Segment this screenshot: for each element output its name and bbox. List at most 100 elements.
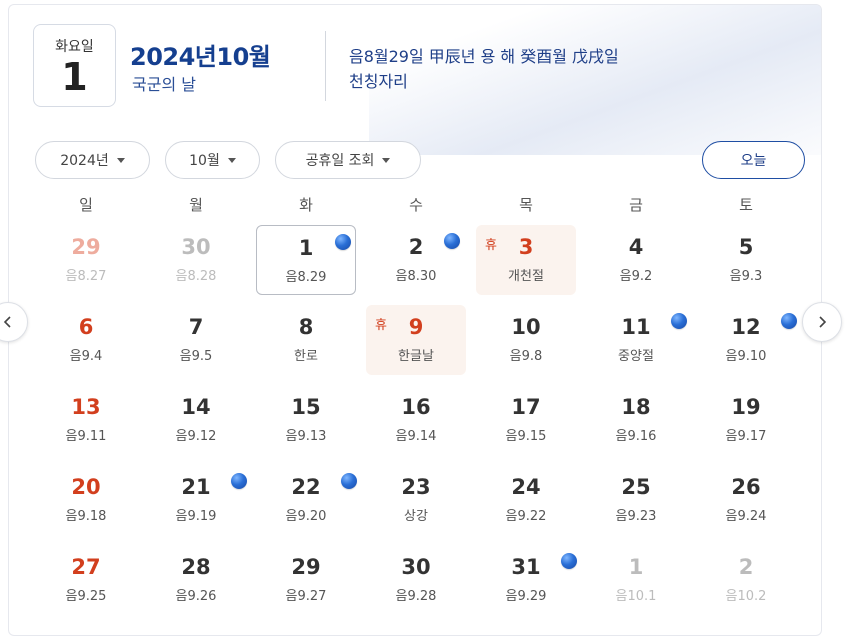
day-cell[interactable]: 18 음9.16: [586, 385, 686, 455]
day-cell[interactable]: 13 음9.11: [36, 385, 136, 455]
lunar-date: 음9.10: [725, 349, 767, 364]
lunar-date: 음8.30: [395, 269, 437, 284]
day-cell[interactable]: 7 음9.5: [146, 305, 246, 375]
day-cell[interactable]: 30 음9.28: [366, 545, 466, 615]
lunar-date: 음9.26: [175, 589, 217, 604]
lunar-date: 음9.28: [395, 589, 437, 604]
holiday-label: 한글날: [398, 349, 434, 364]
weekday-label: 화: [299, 196, 313, 214]
day-cell[interactable]: 15 음9.13: [256, 385, 356, 455]
day-cell[interactable]: 28 음9.26: [146, 545, 246, 615]
lunar-date: 음9.8: [509, 349, 543, 364]
holiday-label: 개천절: [508, 269, 544, 284]
day-number: 28: [181, 555, 211, 579]
day-number: 26: [731, 475, 761, 499]
day-cell[interactable]: 5 음9.3: [696, 225, 796, 295]
day-cell[interactable]: 11 중양절: [586, 305, 687, 375]
day-number: 5: [738, 235, 754, 259]
day-cell[interactable]: 30 음8.28: [146, 225, 246, 295]
day-number: 17: [511, 395, 541, 419]
event-dot-icon: [781, 313, 797, 329]
day-number: 20: [71, 475, 101, 499]
day-cell[interactable]: 27 음9.25: [36, 545, 136, 615]
header-background: [369, 5, 821, 155]
day-number: 2: [738, 555, 754, 579]
lunar-date: 음9.25: [65, 589, 107, 604]
day-cell[interactable]: 6 음9.4: [36, 305, 136, 375]
lunar-date: 음9.3: [729, 269, 763, 284]
holiday-badge: 휴: [375, 318, 387, 333]
day-number: 19: [731, 395, 761, 419]
day-number: 29: [71, 235, 101, 259]
day-number: 13: [71, 395, 101, 419]
day-cell[interactable]: 25 음9.23: [586, 465, 686, 535]
day-number: 6: [78, 315, 94, 339]
day-number: 16: [401, 395, 431, 419]
day-cell[interactable]: 1 음8.29: [256, 225, 356, 295]
month-select[interactable]: 10월: [165, 141, 260, 179]
lunar-date: 음9.24: [725, 509, 767, 524]
weekday-label: 금: [629, 196, 643, 214]
day-number: 24: [511, 475, 541, 499]
event-dot-icon: [341, 473, 357, 489]
weekday-label: 수: [409, 196, 423, 214]
holiday-query-select[interactable]: 공휴일 조회: [275, 141, 421, 179]
holiday-query-label: 공휴일 조회: [305, 153, 375, 169]
lunar-date: 한로: [294, 349, 318, 364]
lunar-date: 음9.14: [395, 429, 437, 444]
day-cell[interactable]: 22 음9.20: [256, 465, 357, 535]
caret-down-icon: [227, 158, 236, 163]
day-cell[interactable]: 3 개천절 휴: [476, 225, 576, 295]
day-cell[interactable]: 8 한로: [256, 305, 356, 375]
lunar-date: 음9.29: [505, 589, 547, 604]
day-number: 29: [291, 555, 321, 579]
lunar-date: 음10.2: [725, 589, 767, 604]
selected-day-number: 1: [61, 55, 88, 99]
day-cell[interactable]: 31 음9.29: [476, 545, 577, 615]
chevron-left-icon: [3, 316, 11, 328]
day-cell[interactable]: 17 음9.15: [476, 385, 576, 455]
day-cell[interactable]: 29 음8.27: [36, 225, 136, 295]
day-cell[interactable]: 2 음10.2: [696, 545, 796, 615]
day-cell[interactable]: 20 음9.18: [36, 465, 136, 535]
day-cell[interactable]: 10 음9.8: [476, 305, 576, 375]
lunar-date: 음9.22: [505, 509, 547, 524]
next-month-button[interactable]: [802, 302, 842, 342]
lunar-date: 음9.4: [69, 349, 103, 364]
year-select-label: 2024년: [60, 153, 109, 169]
day-number: 27: [71, 555, 101, 579]
day-cell[interactable]: 23 상강: [366, 465, 466, 535]
month-select-label: 10월: [189, 153, 220, 169]
calendar-card: 화요일 1 2024년10월 국군의 날 음8월29일 甲辰년 용 해 癸酉월 …: [8, 4, 822, 636]
day-cell[interactable]: 14 음9.12: [146, 385, 246, 455]
lunar-date: 음9.11: [65, 429, 107, 444]
day-cell[interactable]: 12 음9.10: [696, 305, 797, 375]
day-cell[interactable]: 21 음9.19: [146, 465, 247, 535]
day-number: 8: [298, 315, 314, 339]
day-cell[interactable]: 26 음9.24: [696, 465, 796, 535]
day-number: 18: [621, 395, 651, 419]
zodiac-sign: 천칭자리: [349, 72, 408, 91]
header-divider: [325, 31, 326, 101]
day-number: 4: [628, 235, 644, 259]
event-dot-icon: [671, 313, 687, 329]
event-dot-icon: [231, 473, 247, 489]
day-cell[interactable]: 24 음9.22: [476, 465, 576, 535]
day-cell[interactable]: 16 음9.14: [366, 385, 466, 455]
day-cell[interactable]: 9 한글날 휴: [366, 305, 466, 375]
lunar-date: 음9.12: [175, 429, 217, 444]
lunar-date: 음9.23: [615, 509, 657, 524]
caret-down-icon: [382, 158, 391, 163]
lunar-date: 음9.20: [285, 509, 327, 524]
day-cell[interactable]: 4 음9.2: [586, 225, 686, 295]
day-number: 10: [511, 315, 541, 339]
day-cell[interactable]: 29 음9.27: [256, 545, 356, 615]
lunar-date: 음9.16: [615, 429, 657, 444]
today-button[interactable]: 오늘: [702, 141, 805, 179]
year-select[interactable]: 2024년: [35, 141, 150, 179]
weekday-label: 토: [739, 196, 753, 214]
day-cell[interactable]: 2 음8.30: [366, 225, 466, 295]
day-cell[interactable]: 19 음9.17: [696, 385, 796, 455]
weekday-label: 일: [79, 196, 93, 214]
day-cell[interactable]: 1 음10.1: [586, 545, 686, 615]
